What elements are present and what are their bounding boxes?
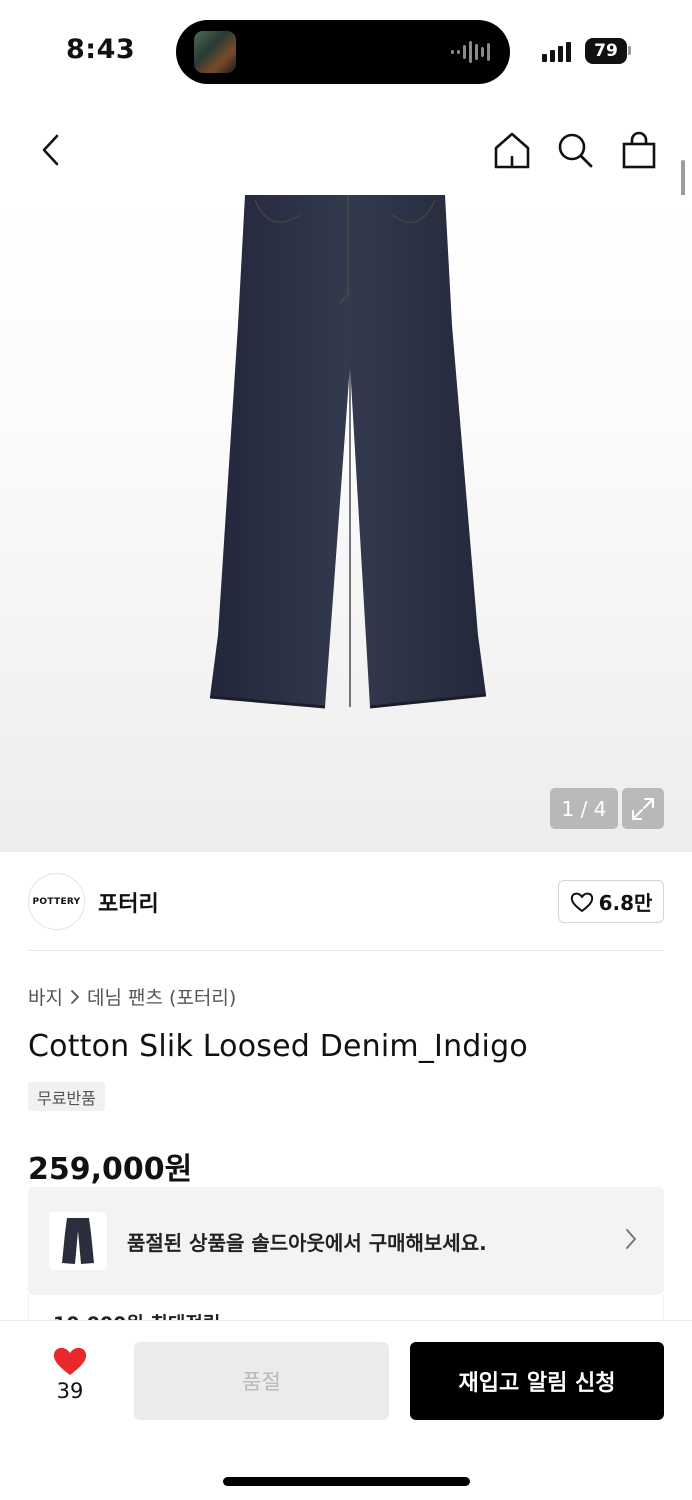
soldout-market-banner[interactable]: 품절된 상품을 솔드아웃에서 구매해보세요.	[28, 1187, 664, 1295]
heart-filled-icon	[53, 1347, 87, 1375]
jeans-thumbnail-icon	[62, 1218, 94, 1264]
wishlist-button[interactable]: 39	[44, 1345, 96, 1403]
product-image-gallery[interactable]	[0, 195, 692, 852]
breadcrumb-category[interactable]: 바지	[28, 983, 63, 1010]
cart-button[interactable]	[617, 128, 661, 172]
product-title: Cotton Slik Loosed Denim_Indigo	[28, 1029, 528, 1064]
banner-text: 품절된 상품을 솔드아웃에서 구매해보세요.	[127, 1231, 487, 1255]
restock-alert-button[interactable]: 재입고 알림 신청	[410, 1342, 664, 1420]
battery-cap	[628, 46, 631, 55]
banner-thumbnail	[49, 1212, 107, 1270]
chevron-left-icon	[42, 134, 59, 166]
dynamic-island[interactable]	[176, 20, 510, 84]
soldout-button[interactable]: 품절	[134, 1342, 389, 1420]
chevron-right-icon	[71, 989, 79, 1004]
brand-name[interactable]: 포터리	[98, 886, 159, 918]
back-button[interactable]	[28, 128, 72, 172]
battery-indicator: 79	[585, 38, 627, 64]
breadcrumb: 바지 데님 팬츠 (포터리)	[28, 983, 236, 1010]
search-icon	[558, 133, 593, 168]
audio-waveform-icon	[451, 40, 490, 64]
product-price: 259,000원	[28, 1152, 193, 1187]
expand-gallery-button[interactable]	[622, 788, 664, 829]
status-bar: 8:43 79	[0, 0, 692, 100]
cellular-signal-icon	[542, 40, 571, 62]
home-button[interactable]	[490, 128, 534, 172]
shopping-bag-icon	[622, 131, 656, 169]
gallery-pager: 1 / 4	[550, 788, 618, 829]
expand-icon	[632, 797, 654, 820]
brand-like-button[interactable]: 6.8만	[558, 880, 664, 923]
product-photo-jeans	[209, 195, 487, 709]
top-navigation	[0, 110, 692, 190]
free-return-badge: 무료반품	[28, 1082, 105, 1111]
wishlist-count: 39	[56, 1379, 84, 1403]
breadcrumb-subcategory[interactable]: 데님 팬츠 (포터리)	[87, 983, 236, 1010]
brand-like-count: 6.8만	[598, 891, 653, 915]
section-divider	[28, 950, 664, 951]
chevron-right-icon	[626, 1229, 636, 1249]
search-button[interactable]	[553, 128, 597, 172]
brand-logo[interactable]: POTTERY	[28, 873, 85, 930]
home-indicator[interactable]	[223, 1477, 470, 1486]
bottom-action-bar: 39 품절 재입고 알림 신청	[0, 1320, 692, 1500]
now-playing-artwork	[194, 31, 236, 73]
home-icon	[494, 132, 530, 169]
status-time: 8:43	[66, 34, 136, 65]
heart-outline-icon	[570, 892, 593, 912]
